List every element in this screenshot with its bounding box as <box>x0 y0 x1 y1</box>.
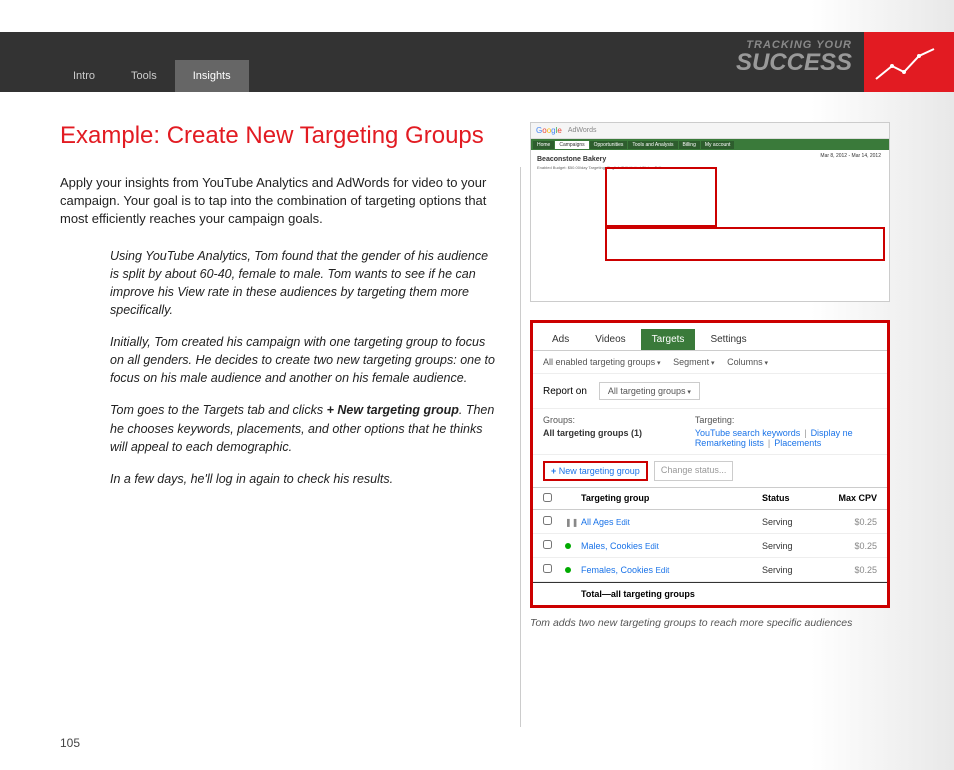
tg-name[interactable]: Females, Cookies <box>581 565 653 575</box>
header-bar: Intro Tools Insights TRACKING YOUR SUCCE… <box>0 32 954 92</box>
content: Example: Create New Targeting Groups App… <box>0 92 954 651</box>
checkbox-all[interactable] <box>543 493 552 502</box>
link-placements[interactable]: Placements <box>774 438 821 448</box>
active-icon <box>565 567 571 573</box>
groups-row: Groups: All targeting groups (1) Targeti… <box>533 409 887 455</box>
date-range: Mar 8, 2012 - Mar 14, 2012 <box>820 153 881 159</box>
table-total: Total—all targeting groups <box>533 582 887 605</box>
report-dropdown[interactable]: All targeting groups <box>599 382 700 400</box>
shot1-header: Google AdWords <box>531 123 889 139</box>
tg-status: Serving <box>762 517 817 527</box>
page-number: 105 <box>60 736 80 750</box>
nav-tools[interactable]: Tools and Analysis <box>628 141 677 149</box>
screenshot-1: Google AdWords Home Campaigns Opportunit… <box>530 122 890 302</box>
table-header: Targeting group Status Max CPV <box>533 488 887 510</box>
nav-opportunities[interactable]: Opportunities <box>590 141 628 149</box>
edit-link[interactable]: Edit <box>645 542 659 551</box>
tab-ads[interactable]: Ads <box>541 329 580 350</box>
tg-cpv: $0.25 <box>817 565 877 575</box>
tab-intro[interactable]: Intro <box>55 60 113 92</box>
groups-label: Groups: <box>543 415 695 425</box>
new-targeting-group-button[interactable]: New targeting group <box>543 461 648 481</box>
nav-billing[interactable]: Billing <box>679 141 700 149</box>
header-right: TRACKING YOUR SUCCESS <box>736 32 954 92</box>
edit-link[interactable]: Edit <box>656 566 670 575</box>
right-column: Google AdWords Home Campaigns Opportunit… <box>530 122 890 631</box>
screenshot-2: Ads Videos Targets Settings All enabled … <box>530 320 890 608</box>
tab-settings[interactable]: Settings <box>699 329 757 350</box>
tab-videos[interactable]: Videos <box>584 329 636 350</box>
tg-cpv: $0.25 <box>817 541 877 551</box>
table-row: Males, Cookies Edit Serving $0.25 <box>533 534 887 558</box>
checkbox-row[interactable] <box>543 540 552 549</box>
story-p2: Initially, Tom created his campaign with… <box>110 333 500 387</box>
col-status: Status <box>762 493 817 504</box>
story-p3a: Tom goes to the Targets tab and clicks <box>110 403 327 417</box>
checkbox-row[interactable] <box>543 564 552 573</box>
active-icon <box>565 543 571 549</box>
filter-segment[interactable]: Segment <box>673 357 715 367</box>
story-p1: Using YouTube Analytics, Tom found that … <box>110 247 500 320</box>
link-remarketing[interactable]: Remarketing lists <box>695 438 764 448</box>
shot1-highlight-1 <box>605 167 717 227</box>
col-cpv: Max CPV <box>817 493 877 504</box>
tg-cpv: $0.25 <box>817 517 877 527</box>
google-logo: Google <box>536 126 562 135</box>
table-row: Females, Cookies Edit Serving $0.25 <box>533 558 887 582</box>
change-status-button[interactable]: Change status... <box>654 461 734 481</box>
tg-name[interactable]: All Ages <box>581 517 614 527</box>
chart-icon <box>864 32 954 92</box>
targeting-label: Targeting: <box>695 415 877 425</box>
intro-paragraph: Apply your insights from YouTube Analyti… <box>60 174 500 229</box>
story-p4: In a few days, he'll log in again to che… <box>110 470 500 488</box>
pause-icon: ❚❚ <box>565 518 578 527</box>
nav-home[interactable]: Home <box>533 141 554 149</box>
shot1-highlight-2 <box>605 227 885 261</box>
page-title: Example: Create New Targeting Groups <box>60 122 500 150</box>
link-yt-keywords[interactable]: YouTube search keywords <box>695 428 800 438</box>
groups-right: Targeting: YouTube search keywords|Displ… <box>695 415 877 448</box>
nav-tabs: Intro Tools Insights <box>55 60 249 92</box>
filter-row: All enabled targeting groups Segment Col… <box>533 351 887 374</box>
groups-left: Groups: All targeting groups (1) <box>543 415 695 448</box>
story-p3b: + New targeting group <box>327 403 459 417</box>
column-divider <box>520 167 521 727</box>
report-row: Report on All targeting groups <box>533 374 887 409</box>
tg-name[interactable]: Males, Cookies <box>581 541 643 551</box>
report-label: Report on <box>543 386 587 397</box>
shot2-tabs: Ads Videos Targets Settings <box>533 323 887 351</box>
tg-status: Serving <box>762 565 817 575</box>
tracking-title: TRACKING YOUR SUCCESS <box>736 32 864 92</box>
nav-account[interactable]: My account <box>701 141 735 149</box>
adwords-label: AdWords <box>568 127 597 134</box>
left-column: Example: Create New Targeting Groups App… <box>60 122 500 631</box>
tab-tools[interactable]: Tools <box>113 60 175 92</box>
tg-status: Serving <box>762 541 817 551</box>
tab-targets[interactable]: Targets <box>641 329 696 350</box>
story-block: Using YouTube Analytics, Tom found that … <box>110 247 500 488</box>
filter-enabled[interactable]: All enabled targeting groups <box>543 357 661 367</box>
col-group: Targeting group <box>581 493 762 504</box>
groups-value: All targeting groups (1) <box>543 428 695 438</box>
targeting-table: Targeting group Status Max CPV ❚❚ All Ag… <box>533 488 887 605</box>
filter-columns[interactable]: Columns <box>727 357 768 367</box>
link-display[interactable]: Display ne <box>811 428 853 438</box>
story-p3: Tom goes to the Targets tab and clicks +… <box>110 401 500 455</box>
tracking-big: SUCCESS <box>736 51 852 75</box>
new-targeting-row: New targeting group Change status... <box>533 455 887 488</box>
nav-campaigns[interactable]: Campaigns <box>555 141 588 149</box>
table-row: ❚❚ All Ages Edit Serving $0.25 <box>533 510 887 534</box>
tab-insights[interactable]: Insights <box>175 60 249 92</box>
shot1-nav: Home Campaigns Opportunities Tools and A… <box>531 139 889 150</box>
edit-link[interactable]: Edit <box>616 518 630 527</box>
caption: Tom adds two new targeting groups to rea… <box>530 616 890 631</box>
checkbox-row[interactable] <box>543 516 552 525</box>
